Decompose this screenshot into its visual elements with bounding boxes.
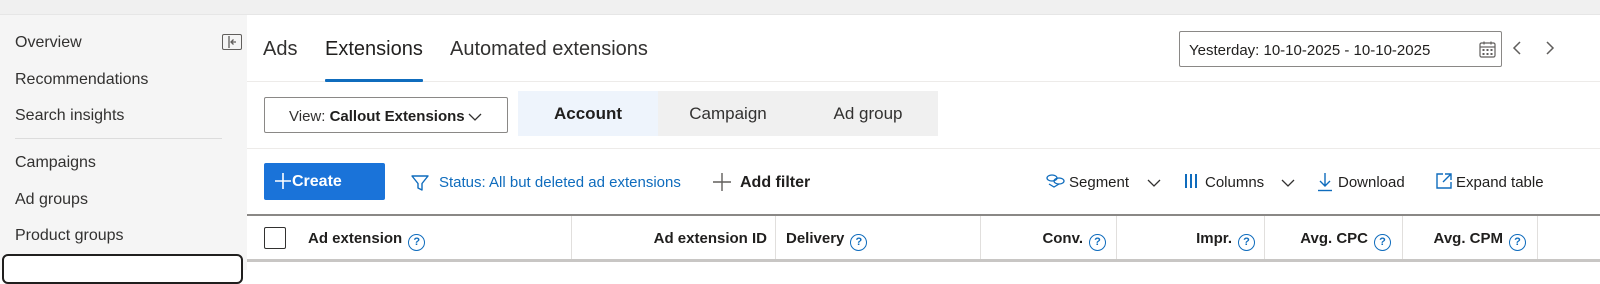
sidebar-divider bbox=[15, 138, 222, 139]
active-tab-indicator bbox=[325, 79, 423, 82]
columns-icon bbox=[1185, 174, 1197, 188]
tab-automated-extensions[interactable]: Automated extensions bbox=[450, 38, 648, 61]
tab-extensions[interactable]: Extensions bbox=[325, 38, 423, 61]
add-filter-label: Add filter bbox=[740, 174, 811, 191]
segment-account[interactable]: Account bbox=[518, 91, 658, 136]
columns-button[interactable]: Columns bbox=[1184, 174, 1295, 191]
main-content: Ads Extensions Automated extensions Yest… bbox=[247, 15, 1600, 270]
column-avg-cpc[interactable]: Avg. CPC? bbox=[1264, 216, 1391, 259]
date-range-picker[interactable]: Yesterday: 10-10-2025 - 10-10-2025 bbox=[1179, 31, 1502, 67]
view-value: Callout Extensions bbox=[329, 108, 465, 125]
column-label: Conv. bbox=[1042, 230, 1083, 247]
date-range-value: Yesterday: 10-10-2025 - 10-10-2025 bbox=[1189, 42, 1431, 59]
sidebar-item-recommendations[interactable]: Recommendations bbox=[15, 71, 148, 89]
download-button[interactable]: Download bbox=[1317, 173, 1405, 192]
column-label: Avg. CPC bbox=[1300, 230, 1368, 247]
column-divider[interactable] bbox=[775, 216, 776, 259]
sidebar-item-ad-groups[interactable]: Ad groups bbox=[15, 191, 88, 209]
segment-ad-group[interactable]: Ad group bbox=[798, 91, 938, 136]
column-conversions[interactable]: Conv.? bbox=[980, 216, 1106, 259]
column-avg-cpm[interactable]: Avg. CPM? bbox=[1402, 216, 1526, 259]
sidebar-item-overview[interactable]: Overview bbox=[15, 34, 82, 52]
create-label: Create bbox=[292, 173, 342, 190]
view-prefix: View: bbox=[289, 108, 326, 125]
sidebar-item-search-insights[interactable]: Search insights bbox=[15, 107, 124, 125]
download-label: Download bbox=[1338, 174, 1405, 191]
chevron-down-icon bbox=[1147, 179, 1161, 187]
column-ad-extension[interactable]: Ad extension? bbox=[308, 216, 426, 259]
column-label: Impr. bbox=[1196, 230, 1232, 247]
chevron-down-icon bbox=[468, 113, 482, 121]
calendar-icon[interactable] bbox=[1479, 41, 1496, 58]
add-filter-button[interactable]: Add filter bbox=[712, 173, 811, 192]
plus-icon bbox=[713, 173, 731, 191]
sidebar: Overview Recommendations Search insights… bbox=[0, 15, 247, 270]
help-icon[interactable]: ? bbox=[1238, 234, 1255, 251]
help-icon[interactable]: ? bbox=[408, 234, 426, 251]
column-label: Delivery bbox=[786, 230, 845, 247]
column-label: Ad extension ID bbox=[653, 230, 767, 247]
column-label: Ad extension bbox=[308, 230, 403, 247]
segment-button[interactable]: Segment bbox=[1046, 174, 1161, 191]
download-icon bbox=[1318, 173, 1332, 192]
help-icon[interactable]: ? bbox=[1374, 234, 1391, 251]
create-button[interactable]: Create bbox=[264, 163, 385, 200]
plus-icon bbox=[275, 173, 291, 189]
tab-ads[interactable]: Ads bbox=[263, 38, 297, 61]
filter-icon bbox=[411, 175, 429, 191]
sidebar-item-selected[interactable] bbox=[2, 254, 243, 284]
expand-table-button[interactable]: Expand table bbox=[1435, 173, 1544, 191]
column-ad-extension-id[interactable]: Ad extension ID bbox=[571, 216, 767, 259]
help-icon[interactable]: ? bbox=[1509, 234, 1526, 251]
previous-date-icon[interactable] bbox=[1509, 38, 1525, 58]
chevron-down-icon bbox=[1281, 179, 1295, 187]
select-all-checkbox[interactable] bbox=[264, 227, 286, 249]
sidebar-item-campaigns[interactable]: Campaigns bbox=[15, 154, 96, 172]
column-delivery[interactable]: Delivery? bbox=[786, 216, 868, 259]
column-impressions[interactable]: Impr.? bbox=[1116, 216, 1255, 259]
top-bar bbox=[0, 0, 1600, 15]
next-date-icon[interactable] bbox=[1542, 38, 1558, 58]
expand-icon bbox=[1436, 173, 1452, 189]
columns-label: Columns bbox=[1205, 174, 1265, 191]
view-selector[interactable]: View: Callout Extensions bbox=[264, 97, 508, 133]
sidebar-item-product-groups[interactable]: Product groups bbox=[15, 227, 124, 245]
help-icon[interactable]: ? bbox=[1089, 234, 1106, 251]
segment-label: Segment bbox=[1069, 174, 1130, 191]
segment-icon bbox=[1046, 174, 1065, 188]
status-filter-link[interactable]: Status: All but deleted ad extensions bbox=[410, 174, 681, 191]
column-label: Avg. CPM bbox=[1433, 230, 1503, 247]
command-bar: Create Status: All but deleted ad extens… bbox=[247, 148, 1600, 214]
collapse-panel-icon[interactable] bbox=[222, 34, 242, 50]
tab-bar: Ads Extensions Automated extensions Yest… bbox=[247, 15, 1600, 82]
column-divider[interactable] bbox=[1537, 216, 1538, 259]
segment-campaign[interactable]: Campaign bbox=[658, 91, 798, 136]
help-icon[interactable]: ? bbox=[850, 234, 868, 251]
status-filter-label: Status: All but deleted ad extensions bbox=[439, 174, 681, 191]
expand-table-label: Expand table bbox=[1456, 174, 1544, 191]
table-header: Ad extension? Ad extension ID Delivery? … bbox=[247, 214, 1600, 262]
